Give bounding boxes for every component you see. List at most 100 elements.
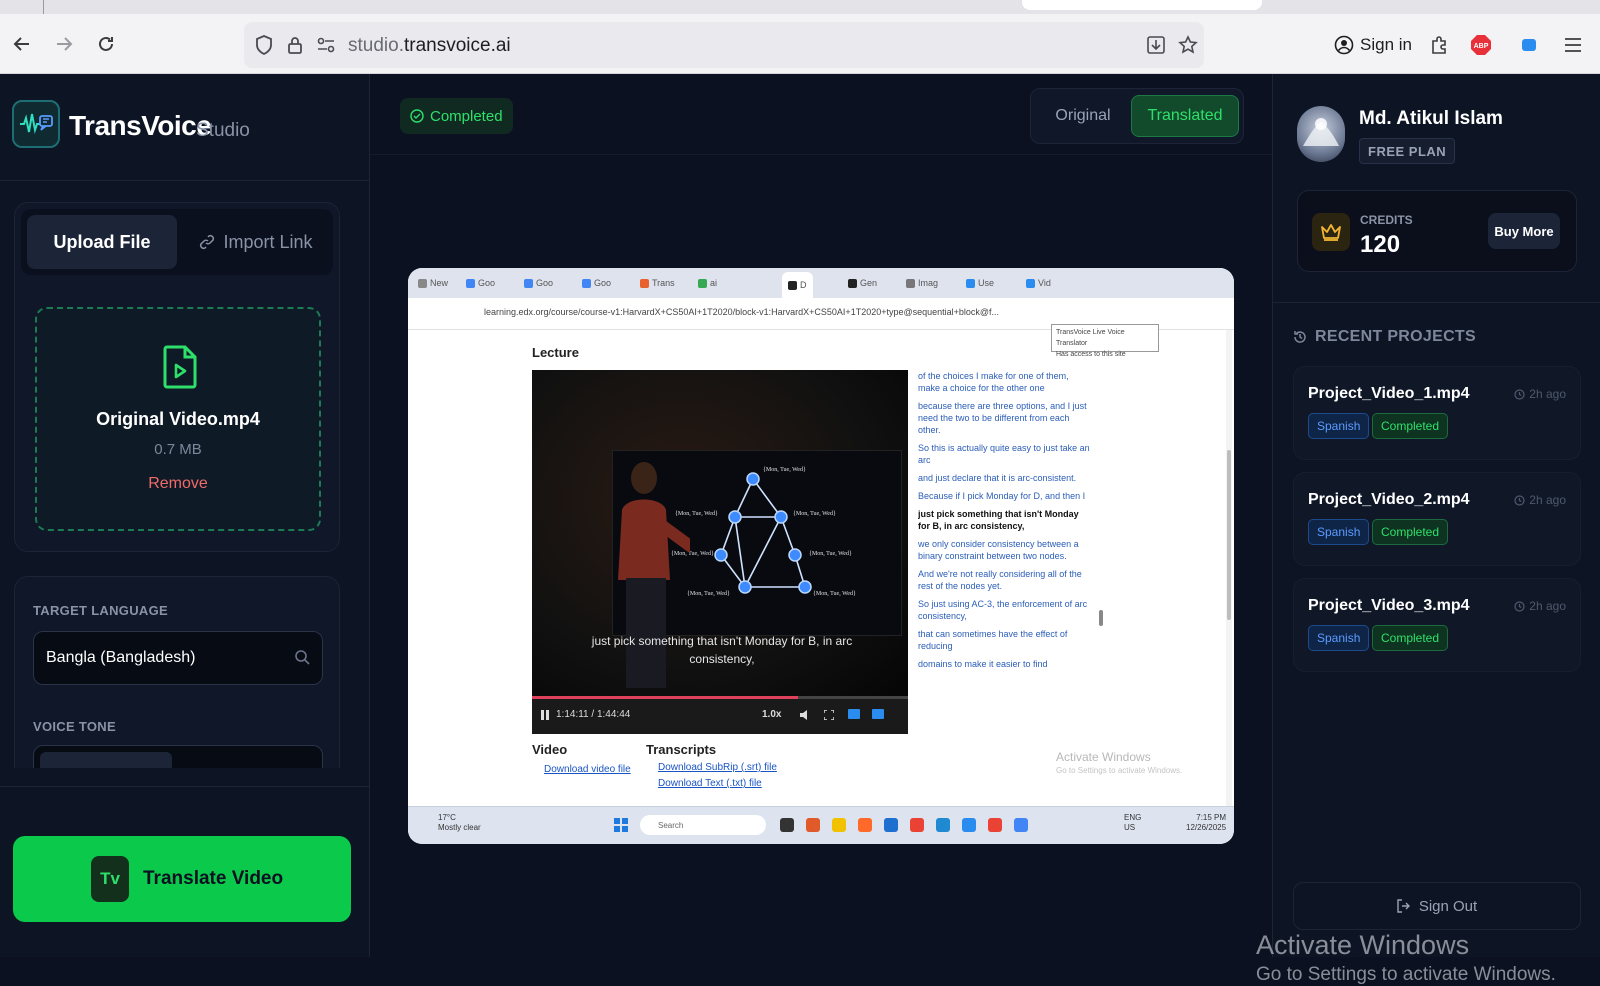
site-settings-icon[interactable] [314, 33, 338, 57]
uploaded-file-name: Original Video.mp4 [96, 409, 260, 429]
sign-out-button[interactable]: Sign Out [1293, 882, 1581, 930]
video-section-title: Video [532, 742, 568, 757]
scroll-thumb[interactable] [1227, 450, 1231, 620]
transcript-icon[interactable] [872, 709, 884, 719]
chrome-icon [988, 818, 1002, 832]
transcript-line[interactable]: So just using AC-3, the enforcement of a… [918, 598, 1092, 622]
target-language-select[interactable]: Bangla (Bangladesh) [33, 631, 323, 685]
video-preview[interactable]: New Goo Goo Goo Trans ai D Gen Imag Use … [408, 268, 1234, 844]
tab-upload-file[interactable]: Upload File [27, 215, 177, 269]
lock-icon[interactable] [283, 33, 307, 57]
voice-tone-option[interactable] [40, 752, 172, 768]
url-bar[interactable]: studio.transvoice.ai [244, 22, 1204, 68]
pause-icon[interactable] [540, 710, 550, 720]
tab-import-link[interactable]: Import Link [183, 215, 329, 269]
search-icon [295, 650, 310, 665]
project-card[interactable]: Project_Video_1.mp4 2h ago Spanish Compl… [1293, 366, 1581, 460]
divider [370, 154, 1272, 155]
graph-edge [752, 478, 782, 518]
graph-node [714, 548, 728, 562]
clock-icon [1514, 388, 1525, 400]
project-card[interactable]: Project_Video_3.mp4 2h ago Spanish Compl… [1293, 578, 1581, 672]
translate-video-button[interactable]: Tv Translate Video [13, 836, 351, 922]
transcript-line[interactable]: because there are three options, and I j… [918, 400, 1092, 436]
save-page-icon[interactable] [1144, 33, 1168, 57]
clock-date: 12/26/2025 [1186, 823, 1227, 832]
lecture-heading: Lecture [532, 345, 579, 360]
file-dropzone[interactable]: Original Video.mp4 0.7 MB Remove [35, 307, 321, 531]
playback-rate[interactable]: 1.0x [762, 709, 781, 720]
download-video-link[interactable]: Download video file [544, 764, 631, 775]
url-text[interactable]: studio.transvoice.ai [348, 35, 511, 57]
menu-hamburger-icon[interactable] [1560, 32, 1586, 58]
progress-track[interactable] [532, 696, 908, 699]
back-icon[interactable] [8, 30, 36, 58]
vscode-icon [936, 818, 950, 832]
settings-card: TARGET LANGUAGE Bangla (Bangladesh) VOIC… [14, 576, 340, 768]
tray-region: US [1124, 823, 1136, 832]
taskbar-clock: 7:15 PM 12/26/2025 [1186, 813, 1226, 833]
fullscreen-icon[interactable] [824, 710, 834, 720]
inner-windows-watermark: Activate Windows [1056, 750, 1151, 764]
transcript-line[interactable]: Because if I pick Monday for D, and then… [918, 490, 1092, 502]
link-icon [200, 234, 215, 250]
voice-tone-selector[interactable] [33, 745, 323, 768]
download-txt-link[interactable]: Download Text (.txt) file [658, 778, 762, 789]
subtitle-caption: just pick something that isn't Monday fo… [591, 634, 853, 666]
view-original-button[interactable]: Original [1037, 95, 1129, 137]
transcript-line[interactable]: and just declare that it is arc-consiste… [918, 472, 1092, 484]
transcript-line[interactable]: of the choices I make for one of them, m… [918, 370, 1092, 394]
project-card[interactable]: Project_Video_2.mp4 2h ago Spanish Compl… [1293, 472, 1581, 566]
transcript-line[interactable]: that can sometimes have the effect of re… [918, 628, 1092, 652]
tooltip-subtitle: Has access to this site [1056, 351, 1126, 358]
transcript-line[interactable]: domains to make it easier to find [918, 658, 1092, 670]
extension-tooltip: TransVoice Live Voice Translator Has acc… [1051, 324, 1159, 358]
project-time: 2h ago [1514, 493, 1566, 507]
language-badge: Spanish [1308, 625, 1370, 651]
status-label: Completed [430, 107, 503, 125]
forward-icon[interactable] [50, 30, 78, 58]
project-name: Project_Video_1.mp4 [1308, 385, 1470, 402]
inner-tab: Goo [466, 276, 495, 290]
adblock-icon[interactable]: ABP [1468, 32, 1494, 58]
transcript-line[interactable]: we only consider consistency between a b… [918, 538, 1092, 562]
translate-video-label: Translate Video [143, 868, 284, 889]
extensions-puzzle-icon[interactable] [1426, 32, 1452, 58]
url-domain: transvoice.ai [403, 35, 511, 56]
transcript-panel: of the choices I make for one of them, m… [918, 370, 1092, 734]
view-translated-button[interactable]: Translated [1131, 95, 1239, 137]
right-panel: Md. Atikul Islam FREE PLAN CREDITS 120 B… [1272, 74, 1600, 957]
browser-tab-active[interactable] [1022, 0, 1262, 10]
check-circle-icon [410, 109, 424, 123]
sign-in-button[interactable]: Sign in [1324, 22, 1414, 68]
transcript-line[interactable]: And we're not really considering all of … [918, 568, 1092, 592]
credits-value: 120 [1360, 231, 1401, 258]
transcript-line-current[interactable]: just pick something that isn't Monday fo… [918, 508, 1092, 532]
target-language-label: TARGET LANGUAGE [33, 603, 168, 618]
graph-node [738, 580, 752, 594]
transcript-line[interactable]: So this is actually quite easy to just t… [918, 442, 1092, 466]
bookmark-star-icon[interactable] [1176, 33, 1200, 57]
remove-file-button[interactable]: Remove [37, 475, 319, 493]
lecture-stage: {Mon, Tue, Wed} {Mon, Tue, Wed} {Mon, Tue,… [532, 370, 908, 696]
windows-taskbar: 17°C Mostly clear Search ENG US 7:15 PM … [408, 806, 1234, 844]
app-icon [962, 818, 976, 832]
graph-node-label: {Mon, Tue, Wed} [793, 511, 836, 517]
tab-strip [0, 0, 1600, 14]
transcript-scrollbar[interactable] [1098, 370, 1104, 734]
reload-icon[interactable] [92, 30, 120, 58]
scroll-thumb[interactable] [1099, 610, 1103, 626]
tab-separator [43, 0, 44, 14]
brand-name: TransVoice [69, 110, 212, 141]
inner-tab: Goo [582, 276, 611, 290]
buy-more-button[interactable]: Buy More [1488, 213, 1560, 249]
shield-icon[interactable] [252, 33, 276, 57]
page-scrollbar[interactable] [1226, 330, 1232, 806]
clock-time: 7:15 PM [1196, 813, 1227, 822]
extension-blue-icon[interactable] [1516, 32, 1542, 58]
captions-icon[interactable] [848, 709, 860, 719]
download-srt-link[interactable]: Download SubRip (.srt) file [658, 762, 777, 773]
graph-node [788, 548, 802, 562]
volume-icon[interactable] [800, 710, 810, 720]
avatar[interactable] [1297, 106, 1345, 162]
